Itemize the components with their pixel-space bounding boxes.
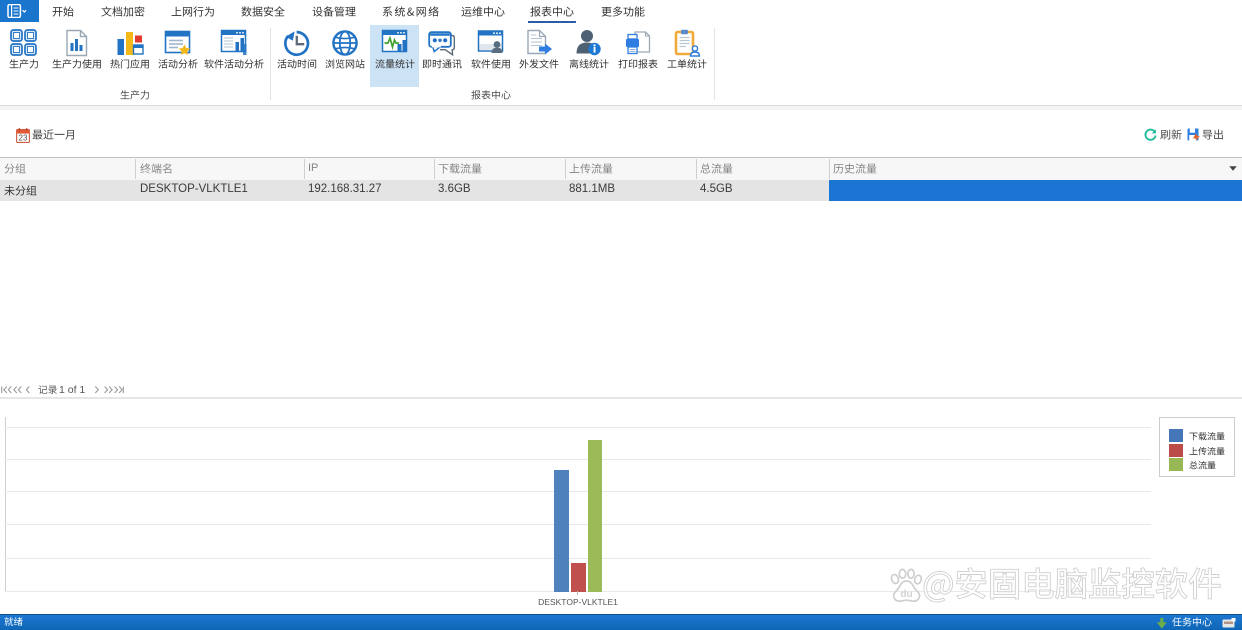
svg-text:du: du [900, 589, 912, 600]
svg-text:23: 23 [19, 134, 28, 143]
